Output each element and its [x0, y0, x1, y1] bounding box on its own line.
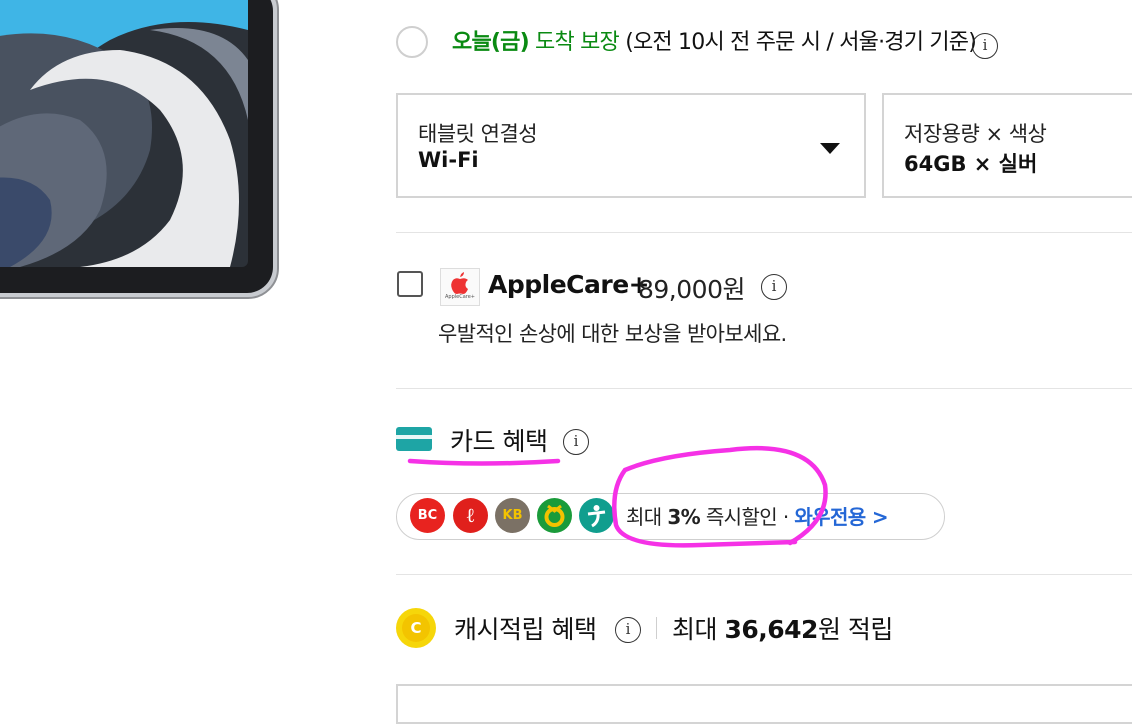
applecare-description: 우발적인 손상에 대한 보상을 받아보세요.: [438, 322, 787, 346]
cash-amount-prefix: 최대: [672, 615, 725, 644]
cash-benefit-title: 캐시적립 혜택: [454, 615, 597, 644]
divider: [396, 232, 1132, 233]
delivery-condition: (오전 10시 전 주문 시 / 서울·경기 기준): [625, 30, 977, 55]
storage-color-value: 64GB × 실버: [904, 152, 1038, 176]
card-discount-rate: 3%: [667, 505, 701, 529]
annotation-underline: [407, 458, 561, 466]
next-section-box: [396, 684, 1132, 724]
applecare-name: AppleCare+: [488, 270, 650, 299]
lotte-card-icon: ℓ: [453, 498, 488, 533]
delivery-radio[interactable]: [396, 26, 428, 58]
separator: [656, 617, 657, 639]
cash-amount-suffix: 원 적립: [817, 615, 893, 644]
cash-info-icon[interactable]: i: [615, 617, 641, 643]
delivery-guarantee: 오늘(금) 도착 보장 (오전 10시 전 주문 시 / 서울·경기 기준): [452, 28, 977, 58]
wow-only-link[interactable]: 와우전용 >: [794, 505, 888, 529]
card-benefit-info-icon[interactable]: i: [563, 429, 589, 455]
nh-card-icon: [537, 498, 572, 533]
connectivity-value: Wi-Fi: [418, 148, 479, 172]
applecare-info-icon[interactable]: i: [761, 274, 787, 300]
card-discount-label: 즉시할인 ·: [700, 505, 795, 529]
applecare-checkbox[interactable]: [397, 271, 423, 297]
divider: [396, 574, 1132, 575]
connectivity-select[interactable]: 태블릿 연결성 Wi-Fi: [396, 93, 866, 198]
cash-coin-letter: C: [402, 614, 430, 642]
applecare-logo-text: AppleCare+: [445, 294, 475, 300]
card-benefit-title: 카드 혜택: [450, 427, 548, 456]
hana-card-icon: [579, 498, 614, 533]
dropdown-caret-icon: [820, 143, 840, 154]
applecare-logo: AppleCare+: [440, 268, 480, 306]
delivery-day: 오늘(금): [452, 30, 530, 55]
connectivity-label: 태블릿 연결성: [418, 122, 538, 146]
kb-card-icon: KB: [495, 498, 530, 533]
cash-amount-value: 36,642: [724, 615, 818, 644]
delivery-guarantee-label: 도착 보장: [528, 30, 626, 55]
delivery-info-icon[interactable]: i: [972, 33, 998, 59]
divider: [396, 388, 1132, 389]
storage-color-select[interactable]: 저장용량 × 색상 64GB × 실버: [882, 93, 1132, 198]
cash-coin-icon: C: [396, 608, 436, 648]
bc-card-icon: BC: [410, 498, 445, 533]
cash-amount: 최대 36,642원 적립: [672, 610, 893, 646]
card-discount-text: 최대 3% 즉시할인 · 와우전용 >: [626, 501, 889, 530]
credit-card-icon: [396, 427, 432, 451]
storage-color-label: 저장용량 × 색상: [904, 122, 1047, 146]
applecare-price: 89,000원: [638, 275, 745, 304]
product-image: [0, 0, 279, 299]
card-discount-prefix: 최대: [626, 505, 668, 529]
